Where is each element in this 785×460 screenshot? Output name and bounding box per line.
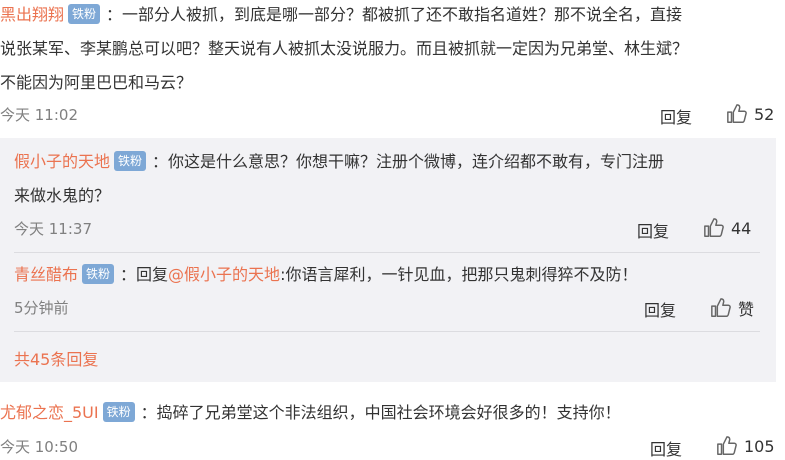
thumbs-up-icon [726, 103, 748, 125]
comment-2-time: 今天 10:50 [0, 438, 78, 456]
comment-2-reply-button[interactable]: 回复 [650, 436, 682, 460]
reply-1-time: 今天 11:37 [14, 220, 92, 238]
comment-1-text-line2: 说张某军、李某鹏总可以吧？整天说有人被抓太没说服力。而且被抓就一定因为兄弟堂、林… [0, 39, 689, 58]
fan-badge[interactable]: 铁粉 [114, 150, 147, 171]
comment-2-username[interactable]: 尤郁之恋_5UI [0, 403, 99, 422]
divider [14, 331, 760, 332]
comment-1-reply-button[interactable]: 回复 [660, 104, 692, 128]
reply-2: 青丝醋布 铁粉 ：回复@假小子的天地:你语言犀利，一针见血，把那只鬼刺得猝不及防！ [14, 258, 774, 292]
fan-badge[interactable]: 铁粉 [102, 401, 135, 422]
comment-1-text-line1: ：一部分人被抓，到底是哪一部分？都被抓了还不敢指名道姓？那不说全名，直接 [106, 5, 683, 24]
divider [14, 252, 760, 253]
comment-2-text: ：捣碎了兄弟堂这个非法组织，中国社会环境会好很多的！支持你！ [140, 403, 621, 422]
thumbs-up-icon [703, 217, 725, 239]
comment-1-like-count: 52 [754, 104, 775, 124]
comment-1-like-button[interactable]: 52 [726, 103, 774, 125]
comment-2-like-count: 105 [744, 436, 775, 456]
reply-1-reply-button[interactable]: 回复 [637, 218, 669, 242]
comment-1-text-line3: 不能因为阿里巴巴和马云？ [0, 73, 193, 92]
reply-2-time: 5分钟前 [14, 299, 69, 317]
comment-1: 黑出翔翔 铁粉 ：一部分人被抓，到底是哪一部分？都被抓了还不敢指名道姓？那不说全名，… [0, 0, 785, 100]
reply-2-prefix: ：回复 [120, 265, 169, 284]
comment-2: 尤郁之恋_5UI 铁粉 ：捣碎了兄弟堂这个非法组织，中国社会环境会好很多的！支持你！ [0, 396, 785, 430]
reply-1-text-line2: 来做水鬼的？ [14, 186, 111, 205]
reply-2-reply-button[interactable]: 回复 [644, 297, 676, 321]
comment-1-time: 今天 11:02 [0, 106, 78, 124]
reply-2-like-button[interactable]: 赞 [710, 296, 754, 320]
reply-1-like-button[interactable]: 44 [703, 217, 751, 239]
comment-2-like-button[interactable]: 105 [716, 435, 775, 457]
reply-1-text-line1: ：你这是什么意思？你想干嘛？注册个微博，连介绍都不敢有，专门注册 [152, 152, 665, 171]
fan-badge[interactable]: 铁粉 [68, 3, 101, 24]
reply-1: 假小子的天地 铁粉 ：你这是什么意思？你想干嘛？注册个微博，连介绍都不敢有，专门注册… [14, 145, 774, 213]
more-replies-link[interactable]: 共45条回复 [14, 346, 98, 370]
reply-2-text: :你语言犀利，一针见血，把那只鬼刺得猝不及防！ [280, 265, 638, 284]
thumbs-up-icon [710, 297, 732, 319]
reply-1-username[interactable]: 假小子的天地 [14, 152, 110, 171]
comment-1-username[interactable]: 黑出翔翔 [0, 5, 64, 24]
reply-1-like-count: 44 [731, 218, 752, 238]
reply-2-mention-link[interactable]: @假小子的天地 [168, 265, 280, 284]
thumbs-up-icon [716, 435, 738, 457]
fan-badge[interactable]: 铁粉 [82, 263, 115, 284]
reply-2-like-label: 赞 [738, 300, 755, 319]
reply-2-username[interactable]: 青丝醋布 [14, 265, 78, 284]
